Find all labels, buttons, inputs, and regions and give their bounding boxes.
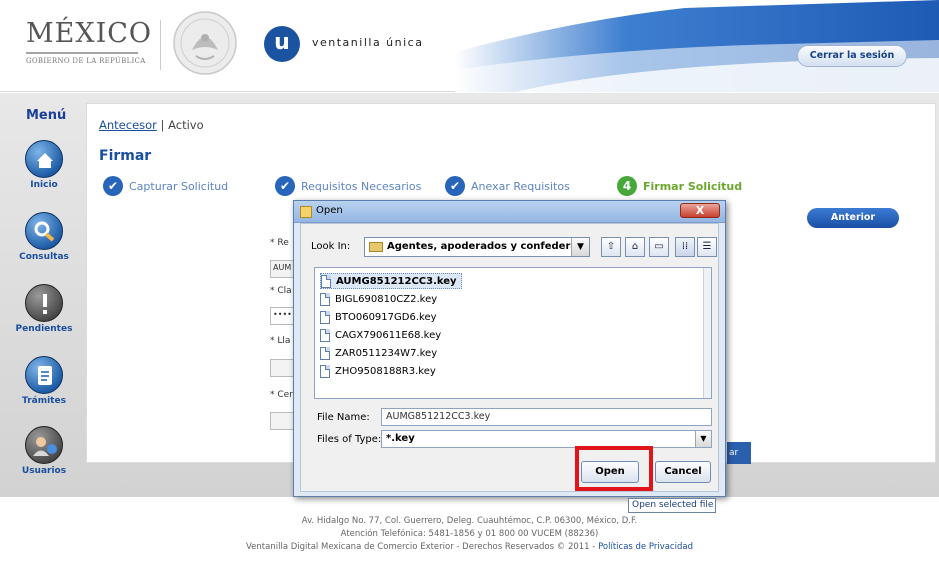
page: MÉXICO GOBIERNO DE LA REPÚBLICA u ventan… <box>0 0 939 566</box>
breadcrumb-current: Activo <box>168 118 204 132</box>
field-label-clave: * Cla <box>270 286 292 296</box>
sign-button[interactable]: ar <box>727 442 751 464</box>
dialog-title: Open <box>316 205 343 216</box>
step-anexar: ✔ Anexar Requisitos <box>445 176 570 196</box>
tooltip: Open selected file <box>628 498 716 513</box>
check-icon: ✔ <box>275 176 295 196</box>
breadcrumb: Antecesor | Activo <box>99 118 204 132</box>
step-firmar: 4 Firmar Solicitud <box>617 176 742 196</box>
chevron-down-icon[interactable]: ▼ <box>695 431 711 447</box>
logout-button[interactable]: Cerrar la sesión <box>797 45 907 67</box>
file-item[interactable]: CAGX790611E68.key <box>320 327 445 343</box>
site-header: MÉXICO GOBIERNO DE LA REPÚBLICA u ventan… <box>0 0 939 92</box>
sidebar-item-label: Pendientes <box>15 324 73 334</box>
logo-divider <box>26 52 138 54</box>
sidebar-item-pendientes[interactable]: Pendientes <box>10 284 78 334</box>
alert-icon <box>25 284 63 322</box>
footer-phone: Atención Telefónica: 5481-1856 y 01 800 … <box>340 529 599 539</box>
previous-button[interactable]: Anterior <box>807 208 899 228</box>
sidebar-item-label: Trámites <box>22 396 66 406</box>
step-label: Capturar Solicitud <box>129 179 229 193</box>
sidebar-item-consultas[interactable]: Consultas <box>10 212 78 262</box>
vertical-scrollbar[interactable] <box>703 268 711 398</box>
folder-icon <box>369 242 383 252</box>
users-icon <box>25 426 63 464</box>
file-item[interactable]: ZAR0511234W7.key <box>320 345 441 361</box>
step-label: Anexar Requisitos <box>471 179 570 193</box>
files-of-type-select[interactable]: *.key ▼ <box>381 430 712 448</box>
dialog-body: Look In: Agentes, apoderados y confedera… <box>300 223 719 492</box>
close-button[interactable]: X <box>680 203 720 218</box>
step-label: Requisitos Necesarios <box>301 179 422 193</box>
step-number-icon: 4 <box>617 176 637 196</box>
sidebar-menu: Menú Inicio Consultas Pendientes Trámite… <box>10 104 78 486</box>
magnifier-icon <box>25 212 63 250</box>
country-title: MÉXICO <box>26 18 153 49</box>
mexico-logo: MÉXICO GOBIERNO DE LA REPÚBLICA <box>26 18 153 65</box>
check-icon: ✔ <box>103 176 123 196</box>
sidebar-item-tramites[interactable]: Trámites <box>10 356 78 406</box>
step-requisitos: ✔ Requisitos Necesarios <box>275 176 421 196</box>
sidebar-item-label: Usuarios <box>21 466 67 476</box>
sidebar-item-inicio[interactable]: Inicio <box>10 140 78 190</box>
file-item[interactable]: ZHO9508188R3.key <box>320 363 440 379</box>
look-in-label: Look In: <box>311 241 351 252</box>
file-icon <box>321 274 331 288</box>
privacy-link[interactable]: Políticas de Privacidad <box>598 542 693 552</box>
breadcrumb-link-antecesor[interactable]: Antecesor <box>99 118 157 132</box>
up-folder-icon[interactable]: ⇧ <box>601 237 621 257</box>
file-icon <box>320 328 330 342</box>
home-folder-icon[interactable]: ⌂ <box>625 237 645 257</box>
step-capturar: ✔ Capturar Solicitud <box>103 176 228 196</box>
field-label-rfc: * Re <box>270 238 289 248</box>
file-icon <box>320 364 330 378</box>
file-icon <box>320 310 330 324</box>
java-app-icon <box>300 206 312 218</box>
sidebar-item-label: Inicio <box>30 180 58 190</box>
file-list[interactable]: AUMG851212CC3.key BIGL690810CZ2.key BTO0… <box>314 267 712 399</box>
file-icon <box>320 346 330 360</box>
national-seal-icon <box>173 11 237 75</box>
files-of-type-value: *.key <box>386 433 415 444</box>
files-of-type-label: Files of Type: <box>317 434 382 445</box>
brand-name: ventanilla única <box>312 36 424 49</box>
chevron-down-icon[interactable]: ▼ <box>571 238 589 256</box>
details-view-icon[interactable]: ☰ <box>697 237 717 257</box>
header-divider <box>160 20 161 70</box>
step-label: Firmar Solicitud <box>643 179 743 193</box>
cancel-button[interactable]: Cancel <box>655 461 711 483</box>
look-in-select[interactable]: Agentes, apoderados y confederaciones ▼ <box>364 237 590 257</box>
new-folder-icon[interactable]: ▭ <box>649 237 669 257</box>
ventanilla-logo-icon: u <box>264 26 300 62</box>
sidebar-item-label: Consultas <box>19 252 69 262</box>
footer-copyright: Ventanilla Digital Mexicana de Comercio … <box>246 542 693 552</box>
file-item[interactable]: BIGL690810CZ2.key <box>320 291 441 307</box>
file-item[interactable]: BTO060917GD6.key <box>320 309 441 325</box>
footer-address: Av. Hidalgo No. 77, Col. Guerrero, Deleg… <box>301 516 638 526</box>
file-icon <box>320 292 330 306</box>
government-subtitle: GOBIERNO DE LA REPÚBLICA <box>26 57 146 65</box>
open-file-dialog: Open X Look In: Agentes, apoderados y co… <box>293 200 726 497</box>
site-footer: Av. Hidalgo No. 77, Col. Guerrero, Deleg… <box>0 515 939 554</box>
dialog-titlebar[interactable]: Open X <box>294 201 725 223</box>
sidebar-item-usuarios[interactable]: Usuarios <box>10 426 78 476</box>
field-label-llave: * Lla <box>270 336 291 346</box>
file-name-input[interactable]: AUMG851212CC3.key <box>381 408 712 426</box>
field-label-certificado: * Cer <box>270 390 293 400</box>
breadcrumb-separator: | <box>156 118 169 132</box>
menu-title: Menú <box>26 108 67 123</box>
page-title: Firmar <box>99 148 152 164</box>
check-icon: ✔ <box>445 176 465 196</box>
list-view-icon[interactable]: ⁞⁞ <box>675 237 695 257</box>
file-item[interactable]: AUMG851212CC3.key <box>320 273 462 289</box>
file-name-label: File Name: <box>317 412 370 423</box>
home-icon <box>25 140 63 178</box>
document-icon <box>25 356 63 394</box>
highlight-annotation <box>575 446 653 491</box>
look-in-value: Agentes, apoderados y confederaciones <box>387 241 589 252</box>
